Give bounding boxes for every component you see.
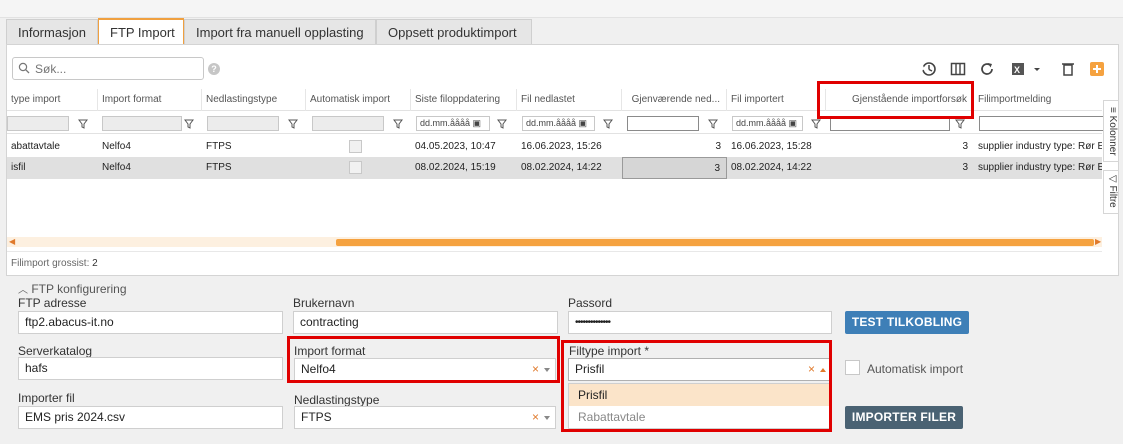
cell-melding: supplier industry type: Rør E... <box>978 162 1102 173</box>
import-file-field[interactable]: EMS pris 2024.csv <box>18 406 283 429</box>
scroll-right-icon[interactable]: ▶ <box>1095 237 1101 246</box>
automatisk-checkbox[interactable] <box>349 140 362 153</box>
search-icon <box>18 62 30 74</box>
col-header-nedlastet[interactable]: Fil nedlastet <box>517 89 622 111</box>
scroll-left-icon[interactable]: ◀ <box>9 237 15 246</box>
trash-icon[interactable] <box>1059 60 1077 78</box>
col-header-melding[interactable]: Filimportmelding <box>974 89 1102 111</box>
filter-icon[interactable] <box>811 119 821 129</box>
clear-icon[interactable]: × <box>532 407 539 428</box>
cell-siste: 08.02.2024, 15:19 <box>415 162 496 173</box>
calendar-icon: ▣ <box>472 118 482 128</box>
tab-import-manuell[interactable]: Import fra manuell opplasting <box>184 19 376 44</box>
columns-icon: ≡ <box>1107 107 1118 113</box>
ftp-address-field[interactable]: ftp2.abacus-it.no <box>18 311 283 334</box>
server-dir-label: Serverkatalog <box>18 344 93 358</box>
tab-informasjon[interactable]: Informasjon <box>6 19 98 44</box>
filter-icon[interactable] <box>955 119 965 129</box>
filter-nedlasting[interactable] <box>207 116 279 131</box>
automatisk-checkbox[interactable] <box>349 161 362 174</box>
filter-icon[interactable] <box>184 119 194 129</box>
auto-import-label: Automatisk import <box>867 362 964 376</box>
search-box[interactable] <box>12 57 204 80</box>
auto-import-checkbox[interactable] <box>845 360 860 375</box>
highlight-box <box>817 81 974 119</box>
col-header-format[interactable]: Import format <box>98 89 202 111</box>
test-connection-button[interactable]: TEST TILKOBLING <box>845 311 969 334</box>
help-icon[interactable]: ? <box>208 63 220 75</box>
filter-format[interactable] <box>102 116 182 131</box>
cell-importert: 16.06.2023, 15:28 <box>731 141 812 152</box>
cell-importert: 08.02.2024, 14:22 <box>731 162 812 173</box>
password-field[interactable]: •••••••••••••• <box>568 311 832 334</box>
columns-icon[interactable] <box>949 60 967 78</box>
cell-siste: 04.05.2023, 10:47 <box>415 141 496 152</box>
history-icon[interactable] <box>920 60 938 78</box>
calendar-icon: ▣ <box>788 118 798 128</box>
calendar-icon: ▣ <box>578 118 588 128</box>
filter-nedlastet-date[interactable]: dd.mm.åååå ▣ <box>522 116 595 131</box>
highlight-box <box>561 340 832 432</box>
search-input[interactable] <box>33 59 199 78</box>
cell-melding: supplier industry type: Rør E... <box>978 141 1102 152</box>
download-type-select[interactable]: FTPS × <box>294 406 556 429</box>
side-tab-filter[interactable]: ▽ Filtre <box>1103 170 1119 214</box>
download-type-label: Nedlastingstype <box>294 393 380 407</box>
username-field[interactable]: contracting <box>293 311 558 334</box>
excel-export-icon[interactable]: X <box>1009 60 1043 78</box>
side-tab-columns[interactable]: ≡ Kolonner <box>1103 100 1119 162</box>
chevron-down-icon[interactable] <box>544 416 550 420</box>
cell-nedlastet: 16.06.2023, 15:26 <box>521 141 602 152</box>
cell-nedlasting: FTPS <box>206 141 232 152</box>
svg-text:X: X <box>1014 65 1020 75</box>
filter-icon: ▽ <box>1107 175 1118 183</box>
filter-siste-date[interactable]: dd.mm.åååå ▣ <box>416 116 490 131</box>
filter-melding[interactable] <box>979 116 1105 131</box>
cell-nedlasting: FTPS <box>206 162 232 173</box>
cell-forsok: 3 <box>962 162 968 173</box>
username-label: Brukernavn <box>293 296 355 310</box>
import-file-label: Importer fil <box>18 391 75 405</box>
chevron-up-icon: ︿ <box>18 285 28 296</box>
col-header-importert[interactable]: Fil importert <box>727 89 826 111</box>
password-label: Passord <box>568 296 613 310</box>
filter-icon[interactable] <box>603 119 613 129</box>
filter-icon[interactable] <box>708 119 718 129</box>
col-header-automatisk[interactable]: Automatisk import <box>306 89 411 111</box>
add-icon[interactable] <box>1088 60 1106 78</box>
filter-type[interactable] <box>7 116 69 131</box>
refresh-icon[interactable] <box>978 60 996 78</box>
cell-gjenvaerende: 3 <box>715 141 721 152</box>
table-row[interactable]: abattavtale Nelfo4 FTPS 04.05.2023, 10:4… <box>7 136 1102 158</box>
col-header-siste[interactable]: Siste filoppdatering <box>411 89 517 111</box>
highlight-box <box>287 336 560 383</box>
filter-icon[interactable] <box>393 119 403 129</box>
filter-gjenvaerende[interactable] <box>627 116 699 131</box>
top-strip <box>0 0 1123 18</box>
ftp-address-label: FTP adresse <box>18 296 87 310</box>
server-dir-field[interactable]: hafs <box>18 357 283 380</box>
filter-icon[interactable] <box>78 119 88 129</box>
cell-gjenvaerende: 3 <box>622 157 727 179</box>
cell-nedlastet: 08.02.2024, 14:22 <box>521 162 602 173</box>
cell-type: isfil <box>11 162 26 173</box>
cell-format: Nelfo4 <box>102 141 131 152</box>
filter-automatisk[interactable] <box>312 116 384 131</box>
filter-importert-date[interactable]: dd.mm.åååå ▣ <box>732 116 803 131</box>
tab-oppsett-produktimport[interactable]: Oppsett produktimport <box>376 19 532 44</box>
filter-icon[interactable] <box>288 119 298 129</box>
cell-format: Nelfo4 <box>102 162 131 173</box>
tab-ftp-import[interactable]: FTP Import <box>98 18 184 44</box>
scrollbar-thumb[interactable] <box>336 239 1094 246</box>
section-title[interactable]: ︿ FTP konfigurering <box>18 281 127 296</box>
cell-forsok: 3 <box>962 141 968 152</box>
col-header-gjenvaerende[interactable]: Gjenværende ned... <box>622 89 727 111</box>
filter-icon[interactable] <box>497 119 507 129</box>
col-header-type[interactable]: type import <box>7 89 98 111</box>
table-row[interactable]: isfil Nelfo4 FTPS 08.02.2024, 15:19 08.0… <box>7 157 1102 179</box>
import-files-button[interactable]: IMPORTER FILER <box>845 406 963 429</box>
cell-type: abattavtale <box>11 141 60 152</box>
grid-footer: Filimport grossist: 2 <box>7 251 1102 275</box>
col-header-nedlasting[interactable]: Nedlastingstype <box>202 89 306 111</box>
